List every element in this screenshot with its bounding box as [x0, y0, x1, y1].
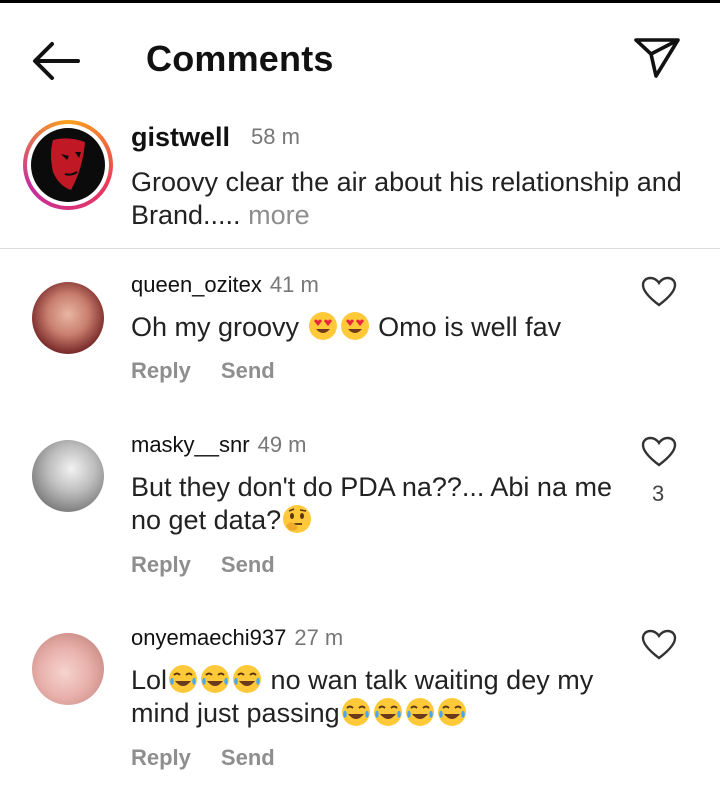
tears-of-joy-emoji-icon: [169, 665, 198, 693]
header: Comments: [0, 0, 720, 118]
send-button[interactable]: Send: [221, 745, 275, 770]
reply-button[interactable]: Reply: [131, 745, 191, 770]
tears-of-joy-emoji-icon: [437, 698, 466, 726]
page-title: Comments: [146, 38, 334, 79]
avatar[interactable]: [32, 282, 104, 354]
caption-text: Groovy clear the air about his relations…: [131, 166, 691, 232]
comment-text: Oh my groovy Omo is well fav: [131, 312, 562, 342]
send-button[interactable]: Send: [221, 358, 275, 383]
comment-text: Lol no wan talk waiting dey my mind just…: [131, 665, 594, 728]
caption-body: Groovy clear the air about his relations…: [131, 167, 682, 230]
heart-eyes-emoji-icon: [308, 312, 337, 340]
heart-icon[interactable]: [641, 276, 677, 308]
comment-text: But they don't do PDA na??... Abi na me …: [131, 472, 612, 535]
heart-eyes-emoji-icon: [340, 312, 369, 340]
divider: [0, 248, 720, 249]
heart-icon[interactable]: [641, 629, 677, 661]
avatar[interactable]: [32, 440, 104, 512]
comment-actions: Reply Send: [131, 745, 305, 771]
comment-username[interactable]: masky__snr 49 m: [131, 432, 307, 458]
comment-actions: Reply Send: [131, 358, 305, 384]
caption-time: 58 m: [251, 124, 300, 149]
avatar: [31, 128, 105, 202]
caption-more-link[interactable]: more: [248, 200, 310, 230]
post-caption: gistwell 58 m Groovy clear the air about…: [0, 118, 720, 249]
reply-button[interactable]: Reply: [131, 358, 191, 383]
comment-username[interactable]: onyemaechi937 27 m: [131, 625, 343, 651]
send-button[interactable]: Send: [221, 552, 275, 577]
tears-of-joy-emoji-icon: [233, 665, 262, 693]
paper-plane-icon[interactable]: [632, 36, 682, 80]
avatar[interactable]: [32, 633, 104, 705]
tears-of-joy-emoji-icon: [405, 698, 434, 726]
comment-time: 27 m: [294, 625, 344, 650]
tears-of-joy-emoji-icon: [201, 665, 230, 693]
comment-time: 49 m: [257, 432, 307, 457]
story-ring-avatar[interactable]: [23, 120, 113, 210]
reply-button[interactable]: Reply: [131, 552, 191, 577]
tears-of-joy-emoji-icon: [341, 698, 370, 726]
tears-of-joy-emoji-icon: [373, 698, 402, 726]
caption-username[interactable]: gistwell: [131, 122, 230, 153]
comment-time: 41 m: [269, 272, 319, 297]
like-count: 3: [652, 481, 665, 506]
heart-icon[interactable]: [641, 436, 677, 468]
thinking-face-emoji-icon: [283, 505, 312, 533]
comment-actions: Reply Send: [131, 552, 305, 578]
comment-username[interactable]: queen_ozitex 41 m: [131, 272, 319, 298]
arrow-left-icon[interactable]: [30, 38, 82, 84]
mask-logo-icon: [51, 138, 85, 190]
